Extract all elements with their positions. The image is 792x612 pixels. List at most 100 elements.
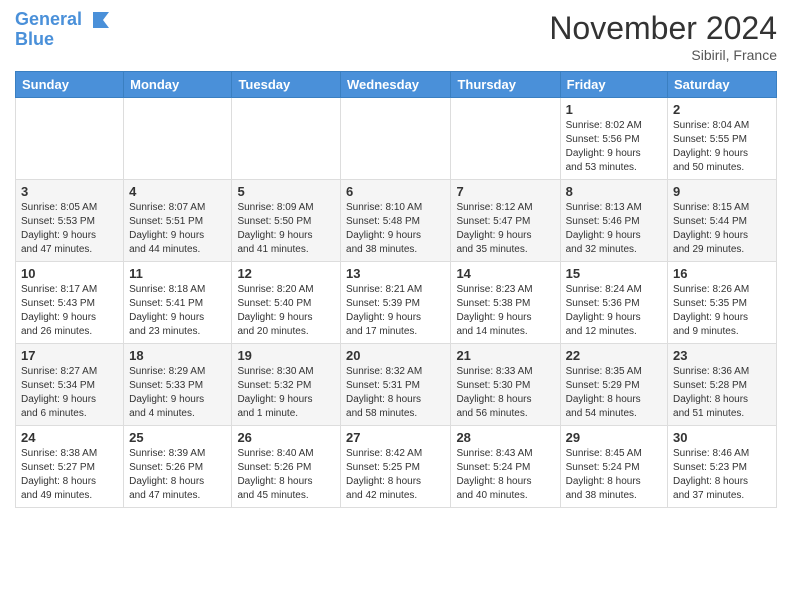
day-number: 9 [673,184,771,199]
calendar-cell: 27Sunrise: 8:42 AM Sunset: 5:25 PM Dayli… [341,426,451,508]
week-row-2: 10Sunrise: 8:17 AM Sunset: 5:43 PM Dayli… [16,262,777,344]
day-number: 12 [237,266,335,281]
calendar-cell: 26 Sunrise: 8:40 AM Sunset: 5:26 PM Dayli… [232,426,341,508]
day-info: Sunrise: 8:09 AM Sunset: 5:50 PM Dayligh… [237,201,335,257]
header-row: SundayMondayTuesdayWednesdayThursdayFrid… [16,72,777,98]
day-number: 15 [566,266,662,281]
logo-flag-icon [89,10,113,30]
day-number: 20 [346,348,445,363]
day-number: 14 [456,266,554,281]
day-number: 23 [673,348,771,363]
header-sunday: Sunday [16,72,124,98]
calendar-cell: 15 Sunrise: 8:24 AM Sunset: 5:36 PM Dayli… [560,262,667,344]
day-info: Sunrise: 8:32 AM Sunset: 5:31 PM Dayligh… [346,365,445,421]
day-number: 4 [129,184,226,199]
week-row-1: 3 Sunrise: 8:05 AM Sunset: 5:53 PM Daylig… [16,180,777,262]
calendar-cell: 16Sunrise: 8:26 AM Sunset: 5:35 PM Dayli… [668,262,777,344]
calendar-cell: 11 Sunrise: 8:18 AM Sunset: 5:41 PM Dayli… [124,262,232,344]
day-number: 21 [456,348,554,363]
day-info: Sunrise: 8:18 AM Sunset: 5:41 PM Dayligh… [129,283,226,339]
calendar-cell: 4 Sunrise: 8:07 AM Sunset: 5:51 PM Daylig… [124,180,232,262]
calendar-body: 1Sunrise: 8:02 AM Sunset: 5:56 PM Daylig… [16,98,777,508]
calendar-cell: 7Sunrise: 8:12 AM Sunset: 5:47 PM Daylig… [451,180,560,262]
calendar-cell: 3 Sunrise: 8:05 AM Sunset: 5:53 PM Daylig… [16,180,124,262]
calendar-cell: 30Sunrise: 8:46 AM Sunset: 5:23 PM Dayli… [668,426,777,508]
day-number: 30 [673,430,771,445]
logo-general: General [15,9,82,29]
calendar-cell: 19 Sunrise: 8:30 AM Sunset: 5:32 PM Dayli… [232,344,341,426]
calendar-cell: 12 Sunrise: 8:20 AM Sunset: 5:40 PM Dayli… [232,262,341,344]
day-number: 28 [456,430,554,445]
day-number: 26 [237,430,335,445]
day-number: 22 [566,348,662,363]
day-info: Sunrise: 8:40 AM Sunset: 5:26 PM Dayligh… [237,447,335,503]
header-wednesday: Wednesday [341,72,451,98]
calendar-cell: 23Sunrise: 8:36 AM Sunset: 5:28 PM Dayli… [668,344,777,426]
day-info: Sunrise: 8:29 AM Sunset: 5:33 PM Dayligh… [129,365,226,421]
calendar-cell: 20 Sunrise: 8:32 AM Sunset: 5:31 PM Dayli… [341,344,451,426]
calendar-cell [232,98,341,180]
day-number: 3 [21,184,118,199]
day-info: Sunrise: 8:07 AM Sunset: 5:51 PM Dayligh… [129,201,226,257]
logo: General Blue [15,10,113,50]
week-row-0: 1Sunrise: 8:02 AM Sunset: 5:56 PM Daylig… [16,98,777,180]
calendar-cell: 14Sunrise: 8:23 AM Sunset: 5:38 PM Dayli… [451,262,560,344]
day-number: 7 [456,184,554,199]
day-number: 18 [129,348,226,363]
day-info: Sunrise: 8:43 AM Sunset: 5:24 PM Dayligh… [456,447,554,503]
day-info: Sunrise: 8:33 AM Sunset: 5:30 PM Dayligh… [456,365,554,421]
calendar-cell: 28 Sunrise: 8:43 AM Sunset: 5:24 PM Dayli… [451,426,560,508]
header-monday: Monday [124,72,232,98]
header-saturday: Saturday [668,72,777,98]
day-info: Sunrise: 8:39 AM Sunset: 5:26 PM Dayligh… [129,447,226,503]
calendar-table: SundayMondayTuesdayWednesdayThursdayFrid… [15,71,777,508]
day-number: 8 [566,184,662,199]
week-row-3: 17Sunrise: 8:27 AM Sunset: 5:34 PM Dayli… [16,344,777,426]
week-row-4: 24 Sunrise: 8:38 AM Sunset: 5:27 PM Dayli… [16,426,777,508]
month-title: November 2024 [549,10,777,47]
day-number: 11 [129,266,226,281]
calendar-cell: 17Sunrise: 8:27 AM Sunset: 5:34 PM Dayli… [16,344,124,426]
logo-text: General [15,10,113,30]
calendar-cell: 6Sunrise: 8:10 AM Sunset: 5:48 PM Daylig… [341,180,451,262]
page-container: General Blue November 2024 Sibiril, Fran… [0,0,792,518]
day-info: Sunrise: 8:38 AM Sunset: 5:27 PM Dayligh… [21,447,118,503]
calendar-cell: 8 Sunrise: 8:13 AM Sunset: 5:46 PM Daylig… [560,180,667,262]
calendar-cell [124,98,232,180]
calendar-cell: 21 Sunrise: 8:33 AM Sunset: 5:30 PM Dayli… [451,344,560,426]
day-number: 2 [673,102,771,117]
calendar-cell: 2 Sunrise: 8:04 AM Sunset: 5:55 PM Daylig… [668,98,777,180]
location: Sibiril, France [549,47,777,63]
calendar-cell: 10Sunrise: 8:17 AM Sunset: 5:43 PM Dayli… [16,262,124,344]
calendar-cell: 9 Sunrise: 8:15 AM Sunset: 5:44 PM Daylig… [668,180,777,262]
day-number: 27 [346,430,445,445]
day-number: 24 [21,430,118,445]
day-number: 25 [129,430,226,445]
calendar-cell: 29Sunrise: 8:45 AM Sunset: 5:24 PM Dayli… [560,426,667,508]
calendar-cell: 25 Sunrise: 8:39 AM Sunset: 5:26 PM Dayli… [124,426,232,508]
day-info: Sunrise: 8:04 AM Sunset: 5:55 PM Dayligh… [673,119,771,175]
title-block: November 2024 Sibiril, France [549,10,777,63]
day-number: 1 [566,102,662,117]
page-header: General Blue November 2024 Sibiril, Fran… [15,10,777,63]
header-thursday: Thursday [451,72,560,98]
day-info: Sunrise: 8:05 AM Sunset: 5:53 PM Dayligh… [21,201,118,257]
day-number: 16 [673,266,771,281]
header-friday: Friday [560,72,667,98]
day-number: 19 [237,348,335,363]
day-info: Sunrise: 8:13 AM Sunset: 5:46 PM Dayligh… [566,201,662,257]
day-info: Sunrise: 8:24 AM Sunset: 5:36 PM Dayligh… [566,283,662,339]
day-number: 10 [21,266,118,281]
day-info: Sunrise: 8:10 AM Sunset: 5:48 PM Dayligh… [346,201,445,257]
day-info: Sunrise: 8:27 AM Sunset: 5:34 PM Dayligh… [21,365,118,421]
day-info: Sunrise: 8:15 AM Sunset: 5:44 PM Dayligh… [673,201,771,257]
day-info: Sunrise: 8:30 AM Sunset: 5:32 PM Dayligh… [237,365,335,421]
day-info: Sunrise: 8:20 AM Sunset: 5:40 PM Dayligh… [237,283,335,339]
calendar-cell [16,98,124,180]
calendar-cell: 24 Sunrise: 8:38 AM Sunset: 5:27 PM Dayli… [16,426,124,508]
day-info: Sunrise: 8:35 AM Sunset: 5:29 PM Dayligh… [566,365,662,421]
calendar-cell: 22 Sunrise: 8:35 AM Sunset: 5:29 PM Dayli… [560,344,667,426]
day-number: 5 [237,184,335,199]
logo-blue: Blue [15,30,113,50]
header-tuesday: Tuesday [232,72,341,98]
